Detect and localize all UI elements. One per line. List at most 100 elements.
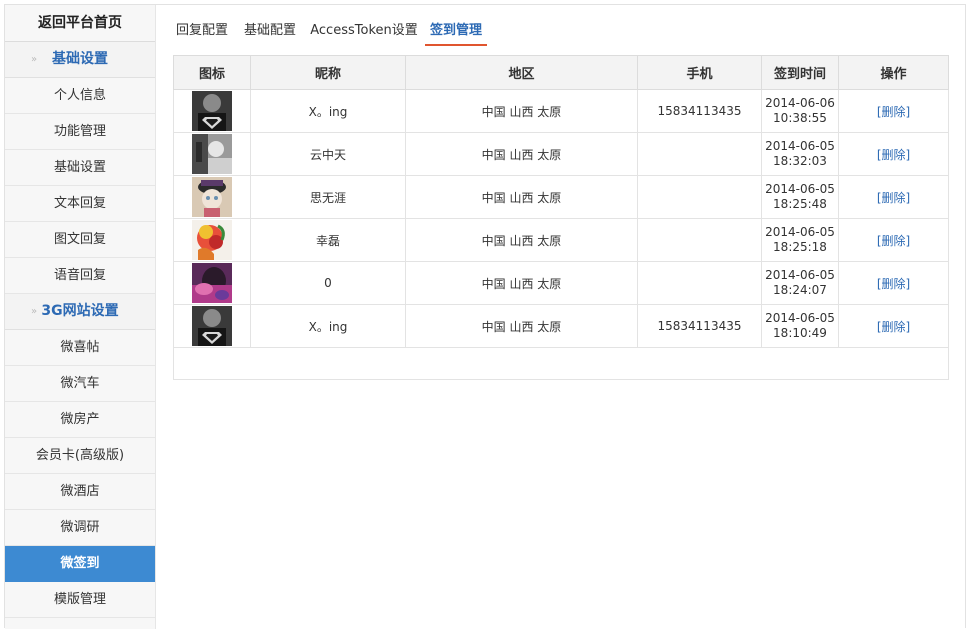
- table-row: 思无涯 中国 山西 太原 2014-06-05 18:25:48 [删除]: [173, 175, 949, 219]
- checkin-clock: 18:25:48: [773, 197, 827, 211]
- section-3g-site-settings[interactable]: » 3G网站设置: [5, 294, 155, 330]
- sidebar-item-car[interactable]: 微汽车: [5, 366, 155, 402]
- delete-link[interactable]: [删除]: [877, 191, 910, 205]
- checkin-time-cell: 2014-06-05 18:25:18: [761, 218, 839, 262]
- header-icon: 图标: [173, 55, 251, 90]
- avatar-cell: [173, 132, 251, 176]
- checkin-clock: 18:25:18: [773, 240, 827, 254]
- sidebar-item-features[interactable]: 功能管理: [5, 114, 155, 150]
- tab-checkin-management[interactable]: 签到管理: [425, 18, 487, 46]
- sidebar-item-profile[interactable]: 个人信息: [5, 78, 155, 114]
- header-phone: 手机: [637, 55, 762, 90]
- action-cell: [删除]: [838, 89, 949, 133]
- chevron-right-icon: »: [31, 306, 38, 317]
- sidebar-item-news-reply[interactable]: 图文回复: [5, 222, 155, 258]
- back-to-home-link[interactable]: 返回平台首页: [5, 5, 155, 42]
- section-basic-settings[interactable]: » 基础设置: [5, 42, 155, 78]
- cat-avatar: [192, 177, 232, 217]
- sidebar-item-templates[interactable]: 模版管理: [5, 582, 155, 618]
- avatar-cell: [173, 218, 251, 262]
- delete-link[interactable]: [删除]: [877, 148, 910, 162]
- checkin-date: 2014-06-06: [765, 96, 835, 110]
- nickname-cell: X。ing: [250, 89, 406, 133]
- checkin-clock: 18:10:49: [773, 326, 827, 340]
- header-action: 操作: [838, 55, 949, 90]
- checkin-clock: 18:24:07: [773, 283, 827, 297]
- section-label: 基础设置: [52, 51, 108, 67]
- section-label: 3G网站设置: [41, 303, 119, 319]
- region-cell: 中国 山西 太原: [405, 89, 638, 133]
- header-region: 地区: [405, 55, 638, 90]
- region-cell: 中国 山西 太原: [405, 132, 638, 176]
- checkin-time-cell: 2014-06-05 18:10:49: [761, 304, 839, 348]
- checkin-time-cell: 2014-06-06 10:38:55: [761, 89, 839, 133]
- table-footer-row: [173, 347, 949, 380]
- checkin-time-cell: 2014-06-05 18:24:07: [761, 261, 839, 305]
- avatar-cell: [173, 304, 251, 348]
- sidebar-item-survey[interactable]: 微调研: [5, 510, 155, 546]
- phone-cell: [637, 218, 762, 262]
- delete-link[interactable]: [删除]: [877, 277, 910, 291]
- purple-avatar: [192, 263, 232, 303]
- checkin-clock: 18:32:03: [773, 154, 827, 168]
- delete-link[interactable]: [删除]: [877, 320, 910, 334]
- delete-link[interactable]: [删除]: [877, 105, 910, 119]
- nickname-cell: 云中天: [250, 132, 406, 176]
- superman-avatar: [192, 91, 232, 131]
- phone-cell: [637, 132, 762, 176]
- checkin-date: 2014-06-05: [765, 225, 835, 239]
- header-nickname: 昵称: [250, 55, 406, 90]
- region-cell: 中国 山西 太原: [405, 175, 638, 219]
- table-row: X。ing 中国 山西 太原 15834113435 2014-06-05 18:…: [173, 304, 949, 348]
- avatar-cell: [173, 261, 251, 305]
- nickname-cell: 幸磊: [250, 218, 406, 262]
- sidebar-item-hotel[interactable]: 微酒店: [5, 474, 155, 510]
- table-header-row: 图标 昵称 地区 手机 签到时间 操作: [173, 55, 949, 90]
- action-cell: [删除]: [838, 218, 949, 262]
- table-row: 幸磊 中国 山西 太原 2014-06-05 18:25:18 [删除]: [173, 218, 949, 262]
- sidebar-item-text-reply[interactable]: 文本回复: [5, 186, 155, 222]
- action-cell: [删除]: [838, 132, 949, 176]
- sidebar: 返回平台首页 » 基础设置 个人信息 功能管理 基础设置 文本回复 图文回复 语…: [5, 5, 156, 629]
- sidebar-item-voice-reply[interactable]: 语音回复: [5, 258, 155, 294]
- sidebar-item-basic-settings[interactable]: 基础设置: [5, 150, 155, 186]
- region-cell: 中国 山西 太原: [405, 218, 638, 262]
- region-cell: 中国 山西 太原: [405, 261, 638, 305]
- chevron-right-icon: »: [31, 54, 38, 65]
- sidebar-item-wedding-invite[interactable]: 微喜帖: [5, 330, 155, 366]
- tab-accesstoken[interactable]: AccessToken设置: [308, 18, 420, 46]
- sidebar-item-checkin[interactable]: 微签到: [5, 546, 155, 582]
- delete-link[interactable]: [删除]: [877, 234, 910, 248]
- nickname-cell: 0: [250, 261, 406, 305]
- phone-cell: [637, 261, 762, 305]
- checkin-date: 2014-06-05: [765, 268, 835, 282]
- header-checkin-time: 签到时间: [761, 55, 839, 90]
- tab-basic-config[interactable]: 基础配置: [239, 18, 301, 46]
- nickname-cell: 思无涯: [250, 175, 406, 219]
- region-cell: 中国 山西 太原: [405, 304, 638, 348]
- checkin-time-cell: 2014-06-05 18:25:48: [761, 175, 839, 219]
- avatar-cell: [173, 175, 251, 219]
- phone-cell: 15834113435: [637, 304, 762, 348]
- checkin-time-cell: 2014-06-05 18:32:03: [761, 132, 839, 176]
- table-row: 云中天 中国 山西 太原 2014-06-05 18:32:03 [删除]: [173, 132, 949, 176]
- sidebar-item-real-estate[interactable]: 微房产: [5, 402, 155, 438]
- action-cell: [删除]: [838, 175, 949, 219]
- action-cell: [删除]: [838, 304, 949, 348]
- bw-photo-avatar: [192, 134, 232, 174]
- table-row: 0 中国 山西 太原 2014-06-05 18:24:07 [删除]: [173, 261, 949, 305]
- sidebar-item-member-card[interactable]: 会员卡(高级版): [5, 438, 155, 474]
- superman-avatar: [192, 306, 232, 346]
- checkin-clock: 10:38:55: [773, 111, 827, 125]
- action-cell: [删除]: [838, 261, 949, 305]
- tab-reply-config[interactable]: 回复配置: [171, 18, 233, 46]
- checkin-date: 2014-06-05: [765, 139, 835, 153]
- phone-cell: 15834113435: [637, 89, 762, 133]
- avatar-cell: [173, 89, 251, 133]
- pagination-area: [173, 347, 949, 380]
- phone-cell: [637, 175, 762, 219]
- checkin-table: 图标 昵称 地区 手机 签到时间 操作 X。ing 中国 山西 太原 15834…: [173, 55, 949, 380]
- colorful-avatar: [192, 220, 232, 260]
- checkin-date: 2014-06-05: [765, 311, 835, 325]
- checkin-date: 2014-06-05: [765, 182, 835, 196]
